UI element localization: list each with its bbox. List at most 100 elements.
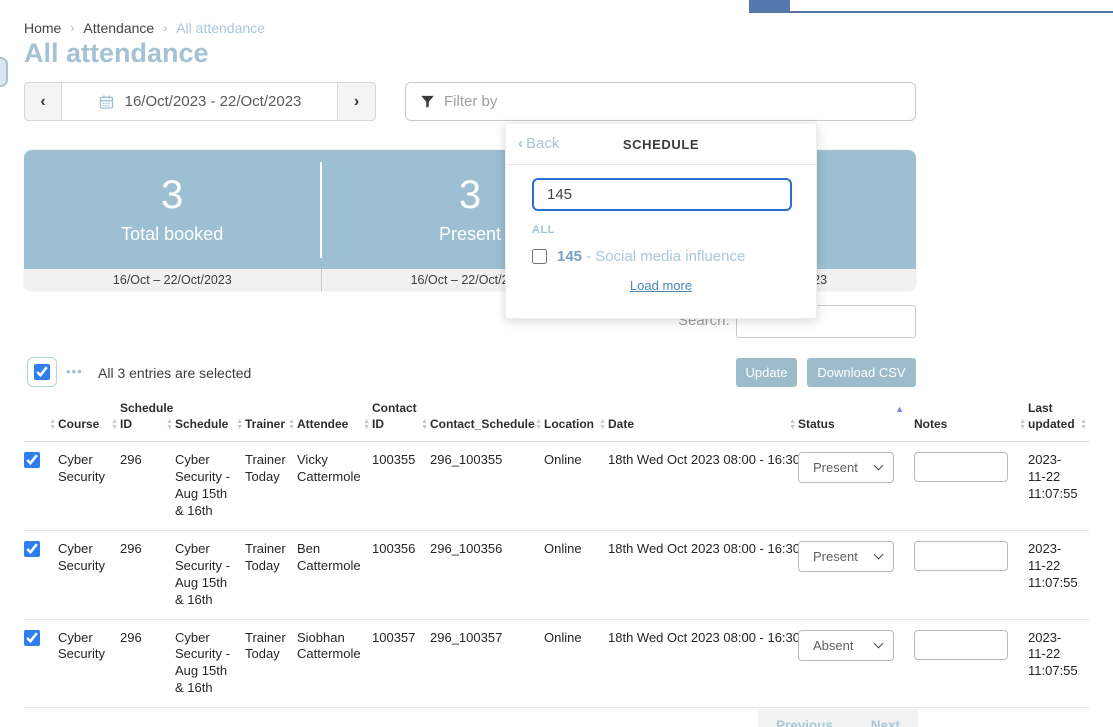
previous-page-button[interactable]: Previous	[776, 718, 833, 727]
sort-icon	[111, 419, 118, 430]
column-header-trainer[interactable]: Trainer	[245, 400, 297, 442]
column-header-last-updated[interactable]: Last updated	[1028, 400, 1089, 442]
cell-location: Online	[544, 619, 608, 708]
cell-contact-schedule: 296_100357	[430, 619, 544, 708]
cell-date: 18th Wed Oct 2023 08:00 - 16:30	[608, 619, 798, 708]
cell-schedule: Cyber Security - Aug 15th & 16th	[175, 530, 245, 619]
schedule-filter-popup: ‹Back SCHEDULE ALL 145- Social media inf…	[505, 123, 817, 319]
column-header-schedule[interactable]: Schedule	[175, 400, 245, 442]
breadcrumb: Home › Attendance › All attendance	[24, 20, 265, 36]
status-select-wrap: Absent	[798, 630, 894, 661]
column-header-date[interactable]: Date	[608, 400, 798, 442]
page-title: All attendance	[24, 38, 209, 69]
sort-icon	[166, 419, 173, 430]
breadcrumb-all-attendance: All attendance	[176, 20, 265, 36]
cell-contact-id: 100356	[372, 530, 430, 619]
cell-course: Cyber Security	[58, 442, 120, 531]
stat-total-booked: 3 Total booked	[24, 150, 320, 269]
sort-icon	[236, 419, 243, 430]
filter-funnel-icon	[420, 94, 435, 109]
cell-location: Online	[544, 442, 608, 531]
filter-box	[405, 82, 916, 121]
column-header-contact-id[interactable]: Contact ID	[372, 400, 430, 442]
column-header-status[interactable]: Status	[798, 400, 914, 442]
attendance-table: Course Schedule ID Schedule Trainer Atte…	[24, 400, 1089, 708]
prev-week-button[interactable]: ‹	[24, 82, 62, 121]
sort-icon	[363, 419, 370, 430]
status-select-wrap: Present	[798, 541, 894, 572]
date-range-picker[interactable]: 16/Oct/2023 - 22/Oct/2023	[62, 82, 338, 121]
cell-contact-schedule: 296_100356	[430, 530, 544, 619]
row-checkbox[interactable]	[24, 541, 40, 557]
stat-value: 3	[459, 175, 481, 215]
popup-group-label: ALL	[532, 224, 816, 236]
sort-icon	[288, 419, 295, 430]
status-select-wrap: Present	[798, 452, 894, 483]
row-checkbox[interactable]	[24, 630, 40, 646]
column-header-location[interactable]: Location	[544, 400, 608, 442]
cell-trainer: Trainer Today	[245, 530, 297, 619]
sort-icon	[789, 419, 796, 430]
cell-trainer: Trainer Today	[245, 619, 297, 708]
cell-attendee: Siobhan Cattermole	[297, 619, 372, 708]
notes-input[interactable]	[914, 630, 1008, 660]
attendance-page: Home › Attendance › All attendance All a…	[0, 0, 1113, 727]
column-header-select[interactable]	[24, 400, 58, 442]
column-header-contact-schedule[interactable]: Contact_Schedule	[430, 400, 544, 442]
row-checkbox[interactable]	[24, 452, 40, 468]
more-options-icon[interactable]: •••	[66, 364, 83, 379]
next-week-button[interactable]: ›	[338, 82, 376, 121]
notes-input[interactable]	[914, 541, 1008, 571]
cell-date: 18th Wed Oct 2023 08:00 - 16:30	[608, 442, 798, 531]
cell-schedule: Cyber Security - Aug 15th & 16th	[175, 442, 245, 531]
stat-range: 16/Oct – 22/Oct/2023	[24, 269, 321, 291]
update-button[interactable]: Update	[736, 358, 797, 387]
next-page-button[interactable]: Next	[871, 718, 900, 727]
top-tab-fragment	[749, 0, 790, 13]
load-more-link[interactable]: Load more	[630, 278, 692, 293]
breadcrumb-attendance[interactable]: Attendance	[83, 20, 154, 36]
column-header-attendee[interactable]: Attendee	[297, 400, 372, 442]
cell-schedule-id: 296	[120, 619, 175, 708]
status-select[interactable]: Present	[798, 541, 894, 572]
cell-attendee: Ben Cattermole	[297, 530, 372, 619]
date-range-text: 16/Oct/2023 - 22/Oct/2023	[125, 93, 302, 110]
cell-last-updated: 2023-11-22 11:07:55	[1028, 530, 1089, 619]
status-select[interactable]: Absent	[798, 630, 894, 661]
date-range-nav: ‹ 16/Oct/2023 - 22/Oct/2023 ›	[24, 82, 376, 121]
sort-icon	[1019, 419, 1026, 430]
chevron-right-icon: ›	[163, 21, 167, 35]
cell-trainer: Trainer Today	[245, 442, 297, 531]
schedule-option[interactable]: 145- Social media influence	[532, 248, 816, 265]
download-csv-button[interactable]: Download CSV	[807, 358, 916, 387]
top-divider-line	[788, 11, 1113, 13]
cell-schedule-id: 296	[120, 442, 175, 531]
notes-input[interactable]	[914, 452, 1008, 482]
select-all-checkbox[interactable]	[34, 364, 50, 380]
select-all-box	[27, 357, 57, 387]
chevron-right-icon: ›	[70, 21, 74, 35]
column-header-course[interactable]: Course	[58, 400, 120, 442]
cell-contact-schedule: 296_100355	[430, 442, 544, 531]
popup-title: SCHEDULE	[506, 137, 816, 152]
sort-ascending-icon	[895, 405, 904, 414]
cell-schedule-id: 296	[120, 530, 175, 619]
sort-icon	[49, 419, 56, 430]
stat-value: 3	[161, 175, 183, 215]
calendar-icon	[98, 94, 115, 110]
cell-last-updated: 2023-11-22 11:07:55	[1028, 619, 1089, 708]
column-header-notes[interactable]: Notes	[914, 400, 1028, 442]
sort-icon	[421, 419, 428, 430]
schedule-option-checkbox[interactable]	[532, 249, 547, 264]
cell-course: Cyber Security	[58, 530, 120, 619]
cell-location: Online	[544, 530, 608, 619]
status-select[interactable]: Present	[798, 452, 894, 483]
sort-icon	[535, 419, 542, 430]
stat-label: Present	[439, 224, 501, 245]
left-edge-tab[interactable]	[0, 57, 8, 87]
schedule-search-input[interactable]	[532, 178, 792, 211]
schedule-option-label: 145- Social media influence	[557, 248, 745, 265]
column-header-schedule-id[interactable]: Schedule ID	[120, 400, 175, 442]
filter-input[interactable]	[444, 93, 915, 110]
breadcrumb-home[interactable]: Home	[24, 20, 61, 36]
